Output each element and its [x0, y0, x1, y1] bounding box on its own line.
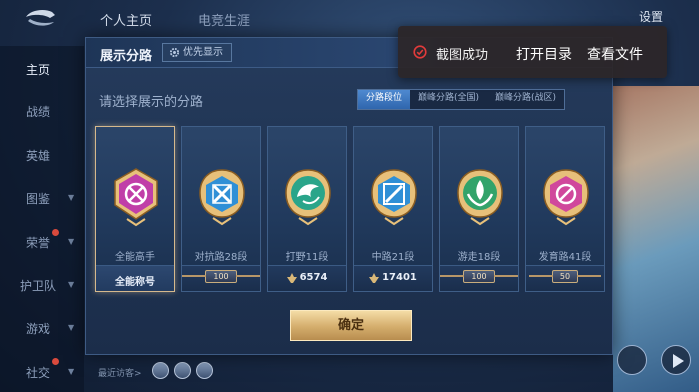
lane-card-name: 中路21段 — [371, 252, 415, 263]
settings-link[interactable]: 设置 — [639, 8, 663, 25]
side-item-codex[interactable]: 图鉴 — [26, 190, 50, 207]
tab-esports-career[interactable]: 电竞生涯 — [198, 10, 250, 29]
play-icon[interactable] — [661, 345, 691, 375]
lane-card-footer: 100 — [182, 265, 261, 291]
avatar[interactable] — [152, 362, 169, 379]
side-item-honors[interactable]: 荣誉 — [26, 234, 50, 251]
segment-peak-national[interactable]: 巅峰分路(全国) — [410, 90, 488, 109]
side-nav: 主页 战绩 英雄 图鉴 ▼ 荣誉 ▼ 护卫队 ▼ 游戏 ▼ 社交 ▼ — [0, 46, 84, 392]
side-item-social[interactable]: 社交 — [26, 364, 50, 381]
roam-lane-emblem-icon — [457, 169, 503, 226]
lane-card-clash[interactable]: 对抗路28段 100 — [181, 126, 261, 292]
side-item-guard-team[interactable]: 护卫队 — [20, 277, 56, 294]
lane-card-farm[interactable]: 发育路41段 50 — [525, 126, 605, 292]
side-item-games[interactable]: 游戏 — [26, 320, 50, 337]
chevron-down-icon: ▼ — [68, 323, 75, 332]
back-logo-icon[interactable] — [22, 8, 58, 30]
round-button[interactable] — [617, 345, 647, 375]
mid-lane-emblem-icon — [371, 169, 417, 226]
side-item-heroes[interactable]: 英雄 — [26, 147, 50, 164]
toast-message: 截图成功 — [436, 48, 489, 63]
chevron-down-icon: ▼ — [68, 193, 75, 202]
dialog-subtitle: 请选择展示的分路 — [99, 95, 204, 110]
lane-card-name: 发育路41段 — [538, 252, 592, 263]
top-tabs: 个人主页 电竞生涯 — [100, 10, 250, 29]
segment-lane-rank[interactable]: 分路段位 — [358, 90, 411, 109]
segment-peak-zone[interactable]: 巅峰分路(战区) — [487, 90, 565, 109]
notification-dot — [52, 358, 59, 365]
avatar[interactable] — [196, 362, 213, 379]
check-circle-icon — [413, 45, 427, 59]
lane-card-allround[interactable]: 全能高手 全能称号 — [95, 126, 175, 292]
priority-display-button[interactable]: 优先显示 — [162, 43, 232, 62]
priority-display-label: 优先显示 — [183, 47, 223, 58]
avatar[interactable] — [174, 362, 191, 379]
lane-display-dialog: 展示分路 优先显示 请选择展示的分路 分路段位 巅峰分路(全国) 巅峰分路(战区… — [85, 37, 613, 355]
chevron-down-icon: ▼ — [68, 237, 75, 246]
lane-card-roam[interactable]: 游走18段 100 — [439, 126, 519, 292]
rank-chevron-icon — [286, 272, 297, 283]
lane-card-jungle[interactable]: 打野11段 6574 — [267, 126, 347, 292]
lane-card-name: 全能高手 — [115, 252, 155, 263]
lane-card-mid[interactable]: 中路21段 17401 — [353, 126, 433, 292]
recent-visitors-link[interactable]: 最近访客> — [98, 366, 142, 379]
lane-card-name: 打野11段 — [285, 252, 329, 263]
jungle-lane-emblem-icon — [285, 169, 331, 226]
open-directory-link[interactable]: 打开目录 — [516, 44, 572, 64]
peak-score-value: 6574 — [299, 272, 328, 283]
chevron-down-icon: ▼ — [68, 280, 75, 289]
lane-card-list: 全能高手 全能称号 对抗路28段 100 打野11段 6574 中路21段 17… — [95, 126, 605, 292]
rank-points-badge: 50 — [528, 270, 602, 283]
peak-score-value: 17401 — [382, 272, 417, 283]
rank-chevron-icon — [369, 272, 380, 283]
notification-dot — [52, 229, 59, 236]
confirm-button[interactable]: 确定 — [290, 310, 412, 341]
screenshot-toast: 截图成功 打开目录 查看文件 — [398, 26, 667, 78]
lane-card-footer: 17401 — [354, 265, 432, 291]
lane-card-name: 对抗路28段 — [194, 252, 248, 263]
side-item-home[interactable]: 主页 — [26, 61, 50, 78]
allround-emblem-icon — [114, 168, 158, 227]
lane-card-footer: 50 — [526, 265, 604, 291]
tab-profile[interactable]: 个人主页 — [100, 10, 152, 29]
side-item-records[interactable]: 战绩 — [26, 103, 50, 120]
allround-title-label: 全能称号 — [115, 277, 155, 288]
clash-lane-emblem-icon — [199, 169, 245, 226]
chevron-down-icon: ▼ — [68, 367, 75, 376]
gear-icon — [169, 47, 180, 58]
segment-control: 分路段位 巅峰分路(全国) 巅峰分路(战区) — [357, 89, 566, 110]
view-file-link[interactable]: 查看文件 — [587, 44, 643, 64]
rank-points-badge: 100 — [182, 270, 261, 283]
dialog-title: 展示分路 — [100, 49, 153, 64]
lane-card-footer: 6574 — [268, 265, 346, 291]
farm-lane-emblem-icon — [543, 169, 589, 226]
lane-card-footer: 全能称号 — [96, 265, 174, 291]
lane-card-footer: 100 — [440, 265, 519, 291]
rank-points-badge: 100 — [440, 270, 519, 283]
lane-card-name: 游走18段 — [457, 252, 501, 263]
